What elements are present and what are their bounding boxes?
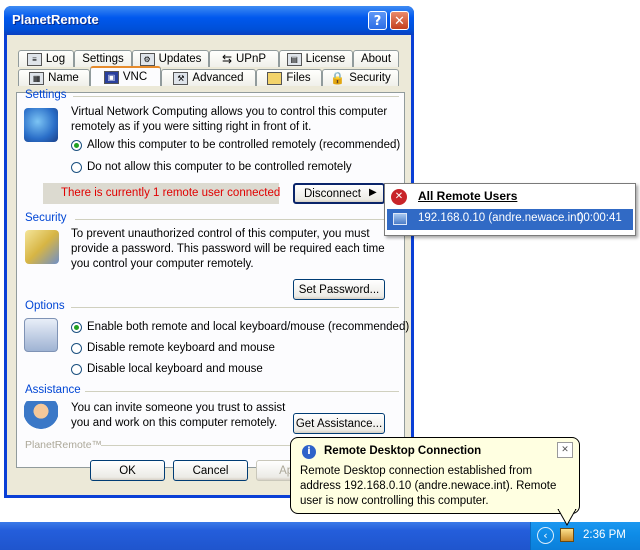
security-shield-icon xyxy=(25,230,59,264)
tab-advanced[interactable]: ⚒ Advanced xyxy=(161,69,256,86)
tab-license[interactable]: ▤ License xyxy=(279,50,353,67)
notification-balloon: i Remote Desktop Connection ✕ Remote Des… xyxy=(290,437,580,514)
tab-updates[interactable]: ⚙ Updates xyxy=(132,50,209,67)
tab-security[interactable]: 🔒 Security xyxy=(322,69,399,86)
menu-all-remote-users[interactable]: All Remote Users xyxy=(418,189,517,203)
license-icon: ▤ xyxy=(286,52,302,66)
security-description: To prevent unauthorized control of this … xyxy=(71,228,385,270)
advanced-icon: ⚒ xyxy=(173,71,189,85)
disconnect-button[interactable]: Disconnect ▶ xyxy=(293,183,385,204)
remote-users-menu: ✕ All Remote Users 192.168.0.10 (andre.n… xyxy=(384,183,636,236)
vnc-icon: ▣ xyxy=(103,70,119,84)
tab-settings[interactable]: Settings xyxy=(74,50,132,67)
assistance-divider xyxy=(85,391,399,392)
tab-about[interactable]: About xyxy=(353,50,399,67)
planetremote-window: PlanetRemote ? ✕ ≡ Log Settings ⚙ Updates … xyxy=(4,6,414,498)
planetremote-tray-icon[interactable] xyxy=(560,528,574,542)
show-hidden-icons-button[interactable]: ‹ xyxy=(537,527,554,544)
taskbar-clock[interactable]: 2:36 PM xyxy=(583,529,626,541)
updates-icon: ⚙ xyxy=(139,52,155,66)
computer-network-icon xyxy=(24,108,58,142)
cancel-button[interactable]: Cancel xyxy=(173,460,248,481)
remote-user-duration: 00:00:41 xyxy=(577,212,622,224)
info-icon: i xyxy=(302,445,316,459)
options-header: Options xyxy=(25,300,65,312)
ok-button[interactable]: OK xyxy=(90,460,165,481)
submenu-arrow-icon: ▶ xyxy=(369,187,377,198)
tab-upnp[interactable]: ⇆ UPnP xyxy=(209,50,279,67)
remote-computer-icon xyxy=(393,213,407,225)
radio-button[interactable] xyxy=(71,363,82,375)
keyboard-mouse-icon xyxy=(24,318,58,352)
tab-vnc[interactable]: ▣ VNC xyxy=(90,66,161,86)
get-assistance-button[interactable]: Get Assistance... xyxy=(293,413,385,434)
assistance-description: You can invite someone you trust to assi… xyxy=(71,402,286,429)
brand-footer: PlanetRemote™ xyxy=(25,439,103,451)
disconnect-all-icon: ✕ xyxy=(391,189,407,205)
tab-name[interactable]: ▦ Name xyxy=(18,69,90,86)
connection-status: There is currently 1 remote user connect… xyxy=(61,187,281,199)
balloon-pointer xyxy=(557,509,577,527)
lock-icon: 🔒 xyxy=(330,71,346,85)
help-button[interactable]: ? xyxy=(368,11,387,30)
log-icon: ≡ xyxy=(26,52,42,66)
balloon-close-button[interactable]: ✕ xyxy=(557,442,573,458)
tab-files[interactable]: Files xyxy=(256,69,322,86)
security-divider xyxy=(75,219,399,220)
settings-description: Virtual Network Computing allows you to … xyxy=(71,106,388,133)
radio-enable-both[interactable]: Enable both remote and local keyboard/mo… xyxy=(71,321,409,333)
radio-button[interactable] xyxy=(71,321,82,333)
remote-user-address: 192.168.0.10 (andre.newace.int) xyxy=(418,212,584,224)
radio-button[interactable] xyxy=(71,139,82,151)
radio-button[interactable] xyxy=(71,342,82,354)
security-header: Security xyxy=(25,212,67,224)
window-title: PlanetRemote xyxy=(12,12,99,27)
radio-button[interactable] xyxy=(71,161,82,173)
settings-divider xyxy=(73,96,399,97)
title-bar[interactable]: PlanetRemote ? ✕ xyxy=(4,6,414,35)
dialog-client-area: ≡ Log Settings ⚙ Updates ⇆ UPnP ▤ License Ab… xyxy=(7,35,411,495)
radio-disable-remote[interactable]: Disable remote keyboard and mouse xyxy=(71,342,275,354)
radio-disable-local[interactable]: Disable local keyboard and mouse xyxy=(71,363,263,375)
people-assist-icon xyxy=(24,401,58,435)
name-icon: ▦ xyxy=(29,71,45,85)
balloon-title: Remote Desktop Connection xyxy=(324,445,482,457)
assistance-header: Assistance xyxy=(25,384,81,396)
radio-allow-control[interactable]: Allow this computer to be controlled rem… xyxy=(71,139,400,151)
tab-log[interactable]: ≡ Log xyxy=(18,50,74,67)
options-divider xyxy=(71,307,399,308)
system-tray: ‹ 2:36 PM xyxy=(530,522,640,550)
close-button[interactable]: ✕ xyxy=(390,11,409,30)
menu-item-remote-user[interactable]: 192.168.0.10 (andre.newace.int) 00:00:41 xyxy=(387,209,633,230)
folder-icon xyxy=(267,71,283,85)
radio-deny-control[interactable]: Do not allow this computer to be control… xyxy=(71,161,352,173)
settings-header: Settings xyxy=(25,89,67,101)
set-password-button[interactable]: Set Password... xyxy=(293,279,385,300)
upnp-icon: ⇆ xyxy=(221,52,232,66)
balloon-body: Remote Desktop connection established fr… xyxy=(300,465,557,507)
